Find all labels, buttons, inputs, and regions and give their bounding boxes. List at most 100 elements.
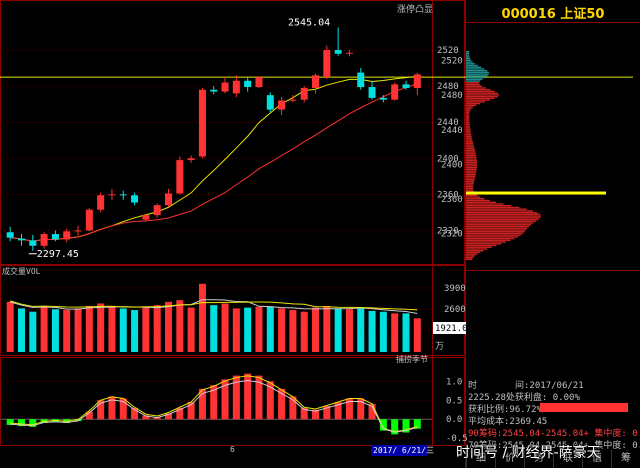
volume-bar: [153, 305, 161, 352]
candle-body: [266, 95, 274, 110]
date-label: 2017/ 6/21/三: [373, 446, 434, 455]
volume-bar: [312, 307, 320, 352]
volume-bar: [391, 313, 399, 352]
candle-body: [119, 194, 127, 196]
candle-body: [187, 158, 195, 161]
volume-bar: [85, 305, 93, 352]
tab-6[interactable]: 筹: [611, 450, 640, 468]
volume-bar: [402, 313, 410, 352]
candle-body: [357, 72, 365, 88]
volume-bar: [40, 305, 48, 352]
candle-body: [17, 238, 25, 241]
candle-body: [131, 195, 139, 203]
candle-body: [40, 234, 48, 246]
candle-body: [221, 82, 229, 92]
profit-ratio-bar: [540, 403, 628, 412]
candle-body: [29, 240, 37, 246]
volume-bar: [289, 310, 297, 352]
candle-body: [108, 194, 116, 196]
chip-distribution-panel: 000016 上证50 时间:2017/06/21 2225.28处获利盘: 0…: [466, 0, 640, 468]
candle-body: [368, 87, 376, 98]
candle-body: [232, 80, 240, 94]
volume-bar: [198, 283, 206, 352]
volume-bar: [131, 310, 139, 352]
volume-bar: [6, 301, 14, 352]
volume-bar: [74, 308, 82, 352]
candle-body: [334, 50, 342, 54]
volume-bar: [187, 307, 195, 352]
ma-long-line: [10, 83, 418, 242]
kdj-tick-label: 1.0: [446, 377, 462, 387]
stock-title[interactable]: 000016 上证50: [466, 3, 640, 22]
volume-bar: [164, 301, 173, 352]
volume-bar: [266, 306, 274, 352]
volume-bar: [255, 306, 263, 352]
candle-body: [74, 230, 82, 232]
volume-tick-label: 3900: [444, 284, 466, 294]
candle-body: [391, 84, 399, 100]
volume-bar: [210, 305, 218, 352]
candle-body: [278, 100, 286, 110]
high-annotation: 2545.04: [288, 17, 330, 28]
stock-name: 上证50: [560, 7, 605, 22]
candle-body: [176, 160, 184, 194]
kdj-tick-label: 0.0: [446, 415, 462, 425]
volume-tick-label: 2600: [444, 305, 466, 315]
chip-tick-label: 2480: [441, 91, 463, 101]
volume-unit: 万: [435, 342, 444, 352]
candle-body: [85, 209, 93, 231]
candle-body: [244, 80, 252, 88]
candle-body: [142, 215, 150, 220]
watermark-text: 时间号 / 财经界-萨豪天: [456, 445, 601, 461]
candle-body: [97, 195, 105, 210]
x-axis-label: 6: [230, 445, 235, 454]
volume-bar: [368, 310, 376, 352]
volume-bar: [413, 318, 421, 352]
volume-bar: [232, 308, 240, 352]
volume-bar: [323, 305, 331, 352]
volume-bar: [345, 309, 353, 352]
volume-bar: [119, 308, 127, 352]
candle-body: [379, 97, 387, 100]
chip-tick-label: 2400: [441, 160, 463, 170]
volume-bar: [278, 308, 286, 352]
candle-body: [164, 193, 173, 206]
candle-body: [312, 75, 320, 88]
chip-tick-label: 2360: [441, 195, 463, 205]
y-tick-label: 2520: [437, 46, 459, 56]
candle-body: [323, 50, 331, 78]
kdj-label: 捕捞季节: [396, 354, 428, 364]
candle-body: [402, 84, 410, 88]
indicator-title: 涨停凸显: [397, 5, 434, 15]
panel-frame: [0, 0, 465, 265]
volume-bar: [334, 308, 342, 352]
candle-body: [63, 231, 71, 240]
volume-bar: [108, 306, 116, 352]
candle-body: [289, 99, 297, 101]
candle-body: [198, 89, 206, 157]
volume-bar: [176, 300, 184, 352]
chip-tick-label: 2520: [441, 57, 463, 67]
candle-body: [210, 89, 218, 92]
volume-bar: [221, 303, 229, 352]
low-annotation: 2297.45: [37, 249, 79, 260]
candle-body: [255, 77, 263, 88]
volume-bar: [244, 307, 252, 352]
candle-body: [300, 87, 308, 100]
volume-bar: [379, 311, 387, 352]
candle-body: [51, 234, 59, 240]
volume-bar: [97, 303, 105, 352]
chip-tick-label: 2320: [441, 230, 463, 240]
stock-code: 000016: [501, 7, 556, 22]
volume-bar: [51, 309, 59, 352]
candle-body: [6, 232, 14, 238]
candle-body: [345, 52, 353, 54]
kdj-tick-label: 0.5: [446, 396, 462, 406]
volume-label: 成交量VOL: [2, 266, 41, 276]
volume-bar: [29, 311, 37, 352]
volume-bar: [357, 308, 365, 352]
candle-body: [413, 74, 421, 88]
volume-bar: [63, 310, 71, 352]
volume-bar: [17, 308, 25, 352]
chip-tick-label: 2440: [441, 126, 463, 136]
